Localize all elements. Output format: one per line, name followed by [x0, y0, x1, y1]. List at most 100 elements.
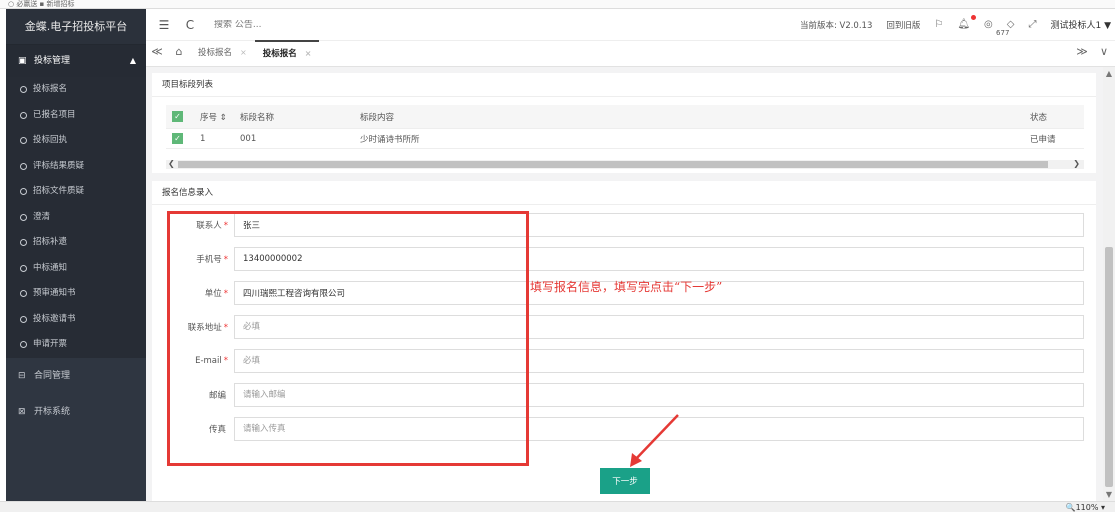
- flag-icon[interactable]: ⚐: [934, 19, 943, 30]
- row-content: 少时诵诗书所所: [360, 134, 420, 145]
- circle-icon: [20, 137, 27, 145]
- section-table: ✓ 序号 ⇕ 标段名称 标段内容 状态 ✓ 1 001 少时诵诗书所所 已申请: [166, 105, 1084, 149]
- section-list-panel: 项目标段列表 ✓ 序号 ⇕ 标段名称 标段内容 状态 ✓ 1 001 少时诵诗书…: [152, 73, 1096, 173]
- sidebar-item-label: 申请开票: [33, 339, 68, 349]
- circle-icon: [20, 290, 27, 298]
- sidebar-item-label: 已报名项目: [33, 109, 76, 120]
- scroll-right-icon[interactable]: ❯: [1073, 159, 1080, 168]
- row-no: 1: [200, 133, 206, 144]
- tab-label: 投标报名: [262, 49, 297, 59]
- scroll-down-icon[interactable]: ▼: [1103, 490, 1115, 499]
- sidebar-item-label: 招标补遗: [33, 237, 68, 247]
- close-icon[interactable]: ×: [240, 41, 247, 65]
- sidebar-item-bid-registration[interactable]: 投标报名: [6, 77, 146, 103]
- sidebar-item-label: 预审通知书: [33, 288, 76, 298]
- row-status: 已申请: [1030, 134, 1056, 145]
- row-name: 001: [240, 133, 257, 144]
- sidebar-item-award-notice[interactable]: 中标通知: [6, 256, 146, 282]
- circle-icon: [20, 341, 27, 349]
- scroll-thumb[interactable]: [178, 161, 1048, 168]
- table-horizontal-scrollbar[interactable]: ❮ ❯: [166, 159, 1084, 169]
- sidebar-item-invitation[interactable]: 投标邀请书: [6, 307, 146, 333]
- circle-icon: [20, 111, 27, 119]
- scroll-thumb[interactable]: [1105, 247, 1113, 487]
- table-row[interactable]: ✓ 1 001 少时诵诗书所所 已申请: [166, 129, 1084, 149]
- status-bar: 🔍110% ▾: [0, 501, 1115, 512]
- sidebar-item-addendum[interactable]: 招标补遗: [6, 230, 146, 256]
- circle-icon: [20, 315, 27, 323]
- section-list-title: 项目标段列表: [152, 73, 1096, 97]
- tab-bid-registration-1[interactable]: 投标报名 ×: [190, 40, 255, 66]
- header-right: 当前版本: V2.0.13 回到旧版 ⚐ 🔔︎ ◎ 677 ◇ ⤢ 测试投标人1 …: [800, 9, 1115, 41]
- sidebar-item-label: 招标文件质疑: [33, 186, 85, 196]
- tab-bar: ≪ ⌂ 投标报名 × 投标报名 × ≫ ∨: [146, 40, 1115, 67]
- tab-back-icon[interactable]: ≪: [146, 40, 168, 66]
- chevron-down-icon[interactable]: ∨: [1093, 40, 1115, 66]
- row-checkbox[interactable]: ✓: [172, 133, 183, 144]
- sidebar-group-label: 开标系统: [34, 406, 71, 417]
- table-header: ✓ 序号 ⇕ 标段名称 标段内容 状态: [166, 105, 1084, 129]
- message-icon[interactable]: ◎ 677: [984, 19, 1009, 37]
- circle-icon: [20, 188, 27, 196]
- top-header: ☰ C 当前版本: V2.0.13 回到旧版 ⚐ 🔔︎ ◎677 ◇ ⤢ 测试投…: [146, 9, 1115, 41]
- column-header-content: 标段内容: [360, 112, 395, 123]
- column-header-status: 状态: [1030, 112, 1048, 123]
- menu-icon[interactable]: ☰: [156, 18, 172, 32]
- sidebar-item-bid-receipt[interactable]: 投标回执: [6, 128, 146, 154]
- user-menu[interactable]: 测试投标人1 ▼: [1050, 18, 1111, 31]
- version-label: 当前版本: V2.0.13: [799, 20, 873, 31]
- scroll-up-icon[interactable]: ▲: [1103, 69, 1115, 78]
- page-vertical-scrollbar[interactable]: ▲ ▼: [1103, 67, 1115, 501]
- contract-icon: ⊟: [18, 370, 26, 381]
- circle-icon: [20, 86, 27, 94]
- annotation-highlight-box: [167, 211, 529, 466]
- tab-forward-icon[interactable]: ≫: [1071, 40, 1093, 66]
- search-input[interactable]: [214, 19, 414, 30]
- tag-icon[interactable]: ◇: [1007, 19, 1015, 30]
- column-header-name: 标段名称: [240, 112, 275, 123]
- circle-icon: [20, 239, 27, 247]
- sidebar: 金蝶.电子招投标平台 ▣ 投标管理 ▲ 投标报名 已报名项目 投标回执 评标结果…: [6, 9, 146, 501]
- bid-management-icon: ▣: [18, 56, 27, 66]
- bell-icon[interactable]: 🔔︎: [957, 15, 977, 30]
- notification-dot: [971, 15, 977, 20]
- notification-count: 677: [996, 29, 1010, 37]
- circle-icon: [20, 264, 27, 272]
- form-title: 报名信息录入: [152, 181, 1096, 205]
- brand-title: 金蝶.电子招投标平台: [6, 9, 146, 45]
- zoom-level[interactable]: 🔍110% ▾: [1066, 502, 1105, 512]
- home-icon[interactable]: ⌂: [168, 40, 190, 66]
- sidebar-item-label: 投标回执: [33, 135, 68, 145]
- sidebar-item-label: 中标通知: [33, 262, 68, 273]
- sidebar-item-document-query[interactable]: 招标文件质疑: [6, 179, 146, 205]
- sidebar-item-registered-projects[interactable]: 已报名项目: [6, 103, 146, 129]
- close-icon[interactable]: ×: [305, 42, 312, 66]
- refresh-icon[interactable]: C: [182, 18, 198, 32]
- tab-right-nav: ≫ ∨: [1071, 40, 1115, 66]
- sidebar-item-label: 澄清: [33, 211, 51, 222]
- sidebar-item-result-query[interactable]: 评标结果质疑: [6, 154, 146, 180]
- sidebar-item-label: 投标报名: [33, 84, 68, 94]
- column-header-no[interactable]: 序号 ⇕: [194, 111, 234, 123]
- annotation-arrow-icon: [630, 414, 679, 467]
- sidebar-item-label: 评标结果质疑: [33, 160, 85, 171]
- bid-opening-icon: ⊠: [18, 406, 26, 417]
- old-version-link[interactable]: 回到旧版: [886, 19, 920, 31]
- circle-icon: [20, 162, 27, 170]
- sidebar-nav-list: 投标报名 已报名项目 投标回执 评标结果质疑 招标文件质疑 澄清 招标补遗 中标…: [6, 77, 146, 358]
- select-all-checkbox[interactable]: ✓: [172, 111, 183, 122]
- sidebar-item-prequal-notice[interactable]: 预审通知书: [6, 281, 146, 307]
- sidebar-item-clarification[interactable]: 澄清: [6, 205, 146, 231]
- sidebar-item-invoice[interactable]: 申请开票: [6, 332, 146, 358]
- sidebar-group-bid-management[interactable]: ▣ 投标管理 ▲: [6, 45, 146, 77]
- scroll-left-icon[interactable]: ❮: [168, 159, 175, 168]
- sidebar-item-label: 投标邀请书: [33, 313, 76, 324]
- annotation-text: 填写报名信息，填写完点击“下一步”: [530, 280, 723, 294]
- caret-up-icon: ▲: [129, 56, 136, 65]
- sidebar-group-contract[interactable]: ⊟ 合同管理: [6, 357, 146, 394]
- fullscreen-icon[interactable]: ⤢: [1028, 19, 1036, 30]
- tab-bid-registration-2[interactable]: 投标报名 ×: [254, 40, 320, 66]
- sidebar-group-label: 合同管理: [34, 370, 71, 381]
- circle-icon: [20, 213, 27, 221]
- sidebar-group-bid-opening[interactable]: ⊠ 开标系统: [6, 393, 146, 430]
